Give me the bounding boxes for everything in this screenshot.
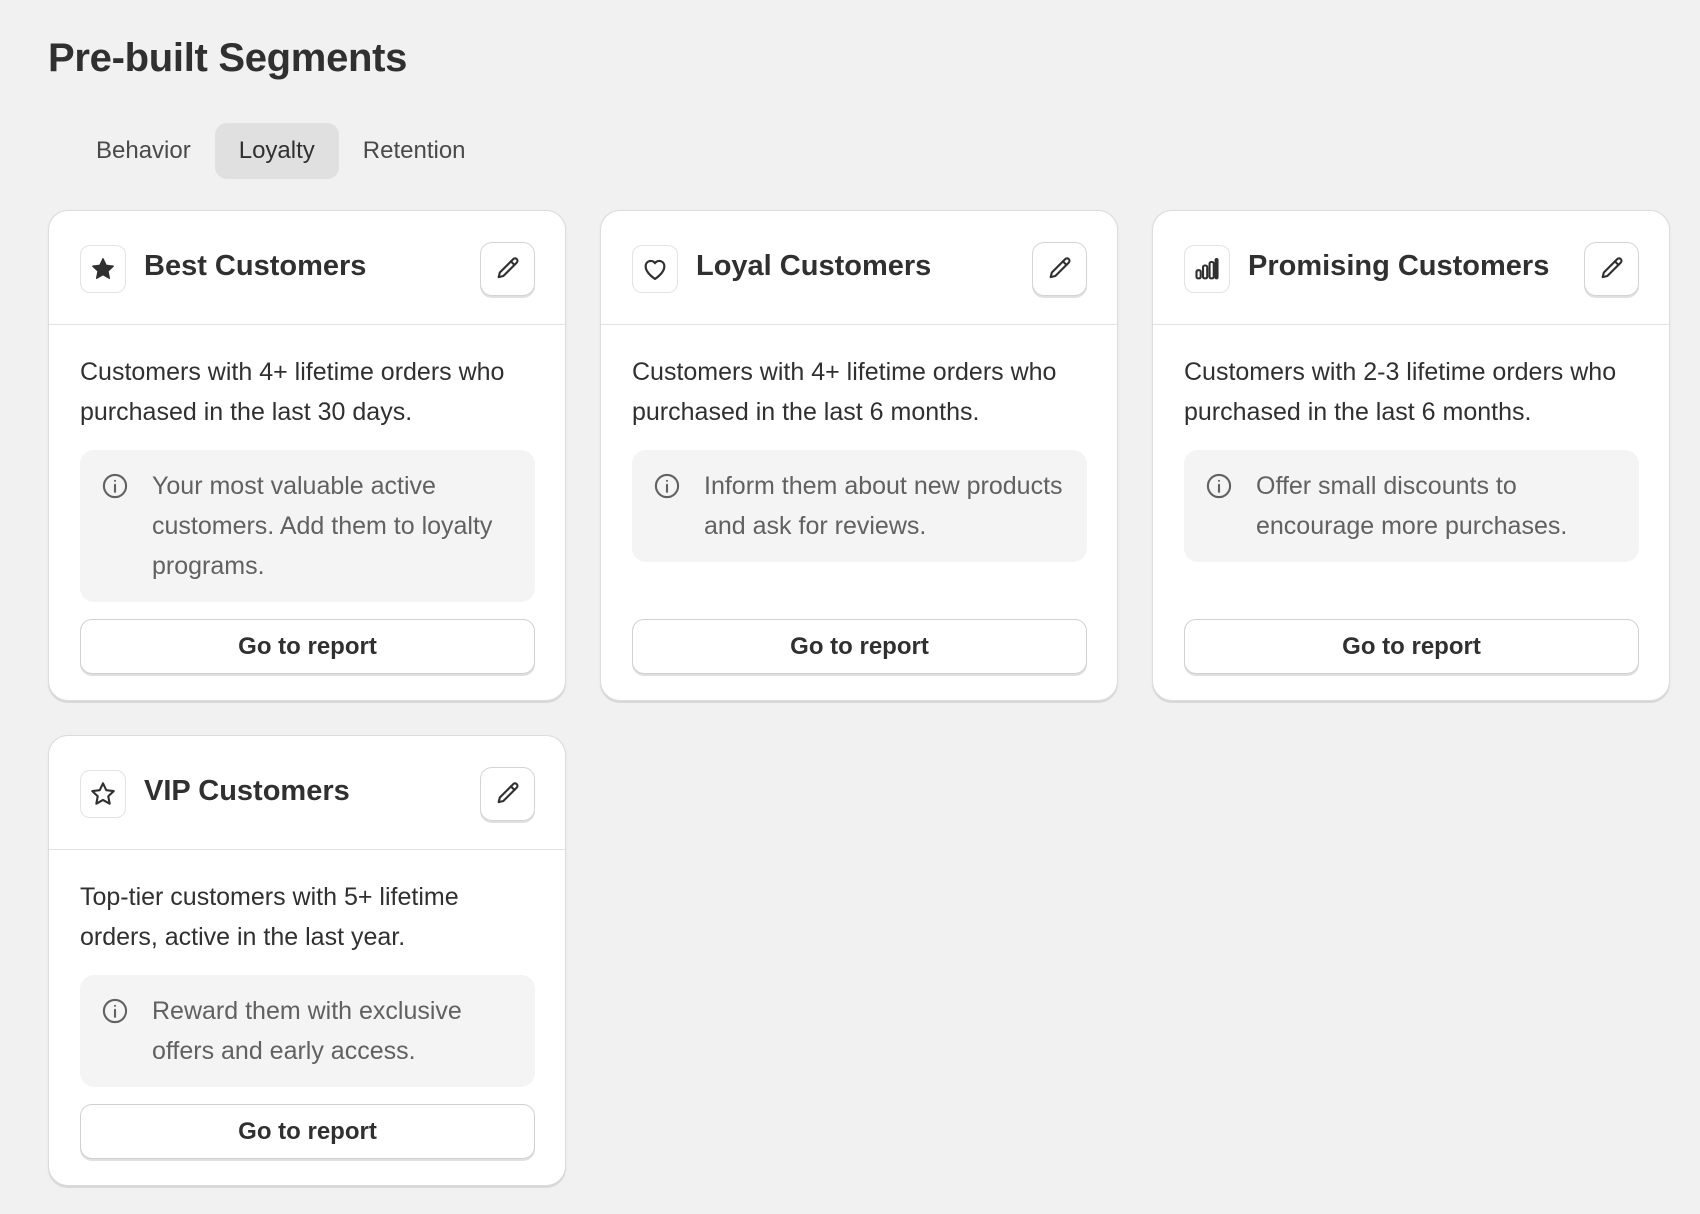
edit-button[interactable] xyxy=(480,767,535,821)
card-header: VIP Customers xyxy=(49,736,565,850)
card-title: Best Customers xyxy=(144,250,367,282)
card-header: Promising Customers xyxy=(1153,211,1669,325)
card-header: Loyal Customers xyxy=(601,211,1117,325)
star-outline-icon xyxy=(80,770,126,818)
heart-icon xyxy=(632,245,678,293)
card-body: Customers with 4+ lifetime orders who pu… xyxy=(49,325,565,700)
card-tip: Reward them with exclusive offers and ea… xyxy=(80,975,535,1087)
info-icon xyxy=(653,472,681,500)
card-description: Top-tier customers with 5+ lifetime orde… xyxy=(80,883,459,951)
card-title: Loyal Customers xyxy=(696,250,932,282)
tip-text: Offer small discounts to encourage more … xyxy=(1256,472,1568,540)
tab-behavior[interactable]: Behavior xyxy=(72,123,215,179)
segment-tabs: Behavior Loyalty Retention xyxy=(72,123,490,179)
segment-card-loyal-customers: Loyal Customers Customers with 4+ lifeti… xyxy=(600,210,1118,701)
tab-loyalty[interactable]: Loyalty xyxy=(214,123,339,179)
tip-text: Reward them with exclusive offers and ea… xyxy=(152,997,462,1065)
edit-button[interactable] xyxy=(1584,242,1639,296)
card-body: Customers with 4+ lifetime orders who pu… xyxy=(601,325,1117,700)
bar-chart-icon xyxy=(1184,245,1230,293)
go-to-report-button[interactable]: Go to report xyxy=(632,619,1087,674)
card-tip: Inform them about new products and ask f… xyxy=(632,450,1087,562)
tab-retention[interactable]: Retention xyxy=(339,123,490,179)
go-to-report-button[interactable]: Go to report xyxy=(1184,619,1639,674)
page-title: Pre-built Segments xyxy=(48,36,408,80)
card-tip: Offer small discounts to encourage more … xyxy=(1184,450,1639,562)
tip-text: Inform them about new products and ask f… xyxy=(704,472,1063,540)
card-description: Customers with 4+ lifetime orders who pu… xyxy=(80,358,505,426)
card-tip: Your most valuable active customers. Add… xyxy=(80,450,535,602)
info-icon xyxy=(101,472,129,500)
segment-card-vip-customers: VIP Customers Top-tier customers with 5+… xyxy=(48,735,566,1186)
edit-button[interactable] xyxy=(480,242,535,296)
card-body: Customers with 2-3 lifetime orders who p… xyxy=(1153,325,1669,700)
tip-text: Your most valuable active customers. Add… xyxy=(152,472,493,580)
card-title: VIP Customers xyxy=(144,775,350,807)
card-title: Promising Customers xyxy=(1248,250,1550,282)
segment-card-promising-customers: Promising Customers Customers with 2-3 l… xyxy=(1152,210,1670,701)
card-header: Best Customers xyxy=(49,211,565,325)
pencil-icon xyxy=(1046,255,1074,283)
pencil-icon xyxy=(494,255,522,283)
info-icon xyxy=(1205,472,1233,500)
pencil-icon xyxy=(1598,255,1626,283)
info-icon xyxy=(101,997,129,1025)
go-to-report-button[interactable]: Go to report xyxy=(80,1104,535,1159)
edit-button[interactable] xyxy=(1032,242,1087,296)
segment-card-best-customers: Best Customers Customers with 4+ lifetim… xyxy=(48,210,566,701)
go-to-report-button[interactable]: Go to report xyxy=(80,619,535,674)
pencil-icon xyxy=(494,780,522,808)
page: Pre-built Segments Behavior Loyalty Rete… xyxy=(0,0,1700,1214)
card-body: Top-tier customers with 5+ lifetime orde… xyxy=(49,850,565,1185)
card-description: Customers with 4+ lifetime orders who pu… xyxy=(632,358,1057,426)
star-filled-icon xyxy=(80,245,126,293)
card-description: Customers with 2-3 lifetime orders who p… xyxy=(1184,358,1617,426)
